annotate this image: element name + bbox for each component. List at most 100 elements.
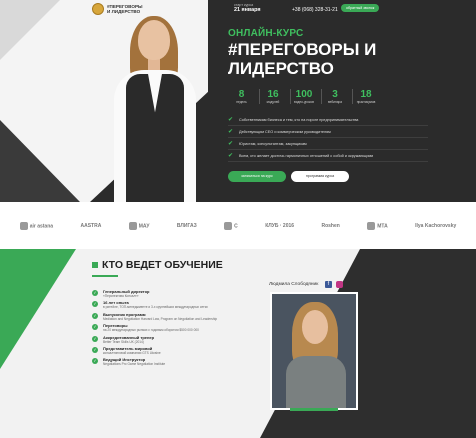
list-item: ✓ Выпускник программ Mediation and Negot… bbox=[92, 312, 268, 321]
credential-desc: Better Team Skills UK (2014) bbox=[103, 339, 144, 344]
credential-desc: Mediation and Negotiation Harvard Law, P… bbox=[103, 316, 218, 321]
audience-text: Юристам, консультантам, закупщикам bbox=[239, 141, 307, 146]
partner-mark-icon bbox=[224, 221, 233, 230]
list-item: ✓ Аккредитованный тренер Better Team Ski… bbox=[92, 335, 268, 344]
list-item: ✓ Ведущий Инструктор Negotiations Pro Ga… bbox=[92, 357, 268, 366]
stat-label: модулей bbox=[266, 100, 280, 104]
audience-text: Всем, кто желает достичь гармоничных отн… bbox=[239, 153, 374, 158]
partner-name: С bbox=[234, 222, 238, 229]
list-item: ✔ Действующим CEO и коммерческим руковод… bbox=[228, 126, 428, 138]
partner-name: ВЛИГАЗ bbox=[176, 222, 197, 229]
stat-label: вебинара bbox=[327, 100, 343, 104]
partner-logo: КЛУБ · 2016 bbox=[265, 223, 294, 229]
callback-button[interactable]: обратный звонок bbox=[341, 4, 380, 12]
partner-logo: МАУ bbox=[128, 221, 150, 230]
section-title-text: КТО ВЕДЕТ ОБУЧЕНИЕ bbox=[102, 259, 223, 271]
partner-logo: Roshen bbox=[321, 223, 339, 229]
join-course-button[interactable]: записаться на курс bbox=[228, 171, 286, 182]
credential-desc: «Перспектива Консалт» bbox=[103, 294, 139, 298]
credential-desc: на 20 международных рынках с годовым обо… bbox=[103, 328, 199, 333]
stat-label: недель bbox=[236, 100, 247, 104]
stat-value: 8 bbox=[238, 89, 245, 100]
photo-top bbox=[286, 356, 346, 408]
check-icon: ✓ bbox=[92, 324, 98, 331]
check-icon: ✓ bbox=[92, 301, 98, 308]
check-icon: ✔ bbox=[228, 117, 234, 123]
partner-logo: С bbox=[224, 221, 238, 230]
course-start-date: старт курса 21 января bbox=[234, 3, 261, 13]
facebook-icon[interactable]: f bbox=[325, 281, 332, 288]
list-item: ✔ Собственникам бизнеса и тем, кто на по… bbox=[228, 114, 428, 126]
partner-logo: ВЛИГАЗ bbox=[177, 223, 197, 229]
partner-name: MTA bbox=[377, 222, 388, 229]
stat-value: 18 bbox=[360, 89, 372, 100]
teacher-social-links: f bbox=[325, 281, 343, 288]
teacher-section: КТО ВЕДЕТ ОБУЧЕНИЕ ✓ Генеральный директо… bbox=[0, 249, 476, 438]
audience-text: Собственникам бизнеса и тем, кто на поро… bbox=[239, 117, 359, 122]
list-item: ✔ Юристам, консультантам, закупщикам bbox=[228, 138, 428, 150]
check-icon: ✓ bbox=[92, 312, 98, 319]
teacher-name: Людмила Слободяник bbox=[269, 282, 319, 287]
partners-strip: air astana AASTRA МАУ ВЛИГАЗ С КЛУБ · 20… bbox=[0, 202, 476, 249]
credential-desc: в ритейле, ТОП-менеджменте и 3-х крупней… bbox=[103, 305, 208, 310]
check-icon: ✔ bbox=[228, 153, 234, 159]
course-stats: 8 недель 16 модулей 100 видео-уроков 3 в… bbox=[228, 89, 379, 104]
partner-mark-icon bbox=[128, 221, 137, 230]
check-icon: ✓ bbox=[92, 290, 98, 296]
list-item: ✓ 16 лет опыта в ритейле, ТОП-менеджмент… bbox=[92, 300, 268, 309]
partner-name: МАУ bbox=[138, 222, 150, 229]
stat-value: 3 bbox=[332, 89, 338, 100]
stat-weeks: 8 недель bbox=[228, 89, 255, 104]
title-underline bbox=[92, 275, 118, 277]
phone-number[interactable]: +38 (068) 328-31-21 bbox=[292, 7, 338, 13]
credential-title: Аккредитованный тренер bbox=[103, 334, 155, 340]
course-title: #ПЕРЕГОВОРЫ И ЛИДЕРСТВО bbox=[228, 40, 377, 78]
stat-webinars: 3 вебинара bbox=[321, 89, 348, 104]
logo-mark-icon bbox=[92, 3, 104, 15]
photo-accent-bar bbox=[290, 408, 338, 411]
logo-text: #ПЕРЕГОВОРЫ И ЛИДЕРСТВО bbox=[107, 4, 143, 14]
photo-face bbox=[302, 310, 328, 344]
partner-logo: Ilya Kachorovsky bbox=[415, 223, 456, 229]
partner-mark-icon bbox=[367, 221, 376, 230]
stat-label: видео-уроков bbox=[294, 100, 314, 104]
partner-mark-icon bbox=[19, 221, 28, 230]
partner-name: Ilya Kachorovsky bbox=[415, 222, 457, 229]
stat-label: практикумов bbox=[356, 100, 376, 104]
instagram-icon[interactable] bbox=[336, 281, 343, 288]
check-icon: ✓ bbox=[92, 358, 98, 365]
hero-section: #ПЕРЕГОВОРЫ И ЛИДЕРСТВО старт курса 21 я… bbox=[0, 0, 476, 202]
course-program-button[interactable]: программа курса bbox=[291, 171, 349, 182]
partner-logo: AASTRA bbox=[80, 223, 101, 229]
check-icon: ✓ bbox=[92, 346, 98, 353]
credential-desc: Negotiations Pro Game Negotiation Instit… bbox=[103, 362, 166, 367]
photo-face bbox=[138, 20, 170, 60]
partner-logo: MTA bbox=[367, 221, 388, 230]
course-subtitle: ОНЛАЙН-КУРС bbox=[228, 28, 304, 39]
square-icon bbox=[92, 262, 98, 268]
list-item: ✔ Всем, кто желает достичь гармоничных о… bbox=[228, 150, 428, 162]
audience-list: ✔ Собственникам бизнеса и тем, кто на по… bbox=[228, 114, 428, 162]
stat-value: 16 bbox=[267, 89, 279, 100]
partner-name: Roshen bbox=[321, 222, 340, 229]
list-item: ✓ Генеральный директор «Перспектива Конс… bbox=[92, 289, 268, 298]
credentials-list: ✓ Генеральный директор «Перспектива Конс… bbox=[92, 289, 268, 369]
list-item: ✓ Представитель мировой консалтинговой к… bbox=[92, 346, 268, 355]
date-value: 21 января bbox=[234, 7, 261, 13]
section-title: КТО ВЕДЕТ ОБУЧЕНИЕ bbox=[92, 259, 223, 271]
audience-text: Действующим CEO и коммерческим руководит… bbox=[239, 129, 331, 134]
stat-video-lessons: 100 видео-уроков bbox=[290, 89, 317, 104]
partner-name: air astana bbox=[29, 222, 54, 229]
check-icon: ✔ bbox=[228, 141, 234, 147]
stat-workshops: 18 практикумов bbox=[352, 89, 379, 104]
partner-name: КЛУБ · 2016 bbox=[265, 222, 295, 229]
check-icon: ✓ bbox=[92, 335, 98, 342]
credential-desc: консалтинговой компании GTS Ukraine bbox=[103, 350, 161, 355]
decor-green-triangle bbox=[0, 249, 76, 369]
list-item: ✓ Переговоры на 20 международных рынках … bbox=[92, 323, 268, 332]
check-icon: ✔ bbox=[228, 129, 234, 135]
stat-value: 100 bbox=[295, 89, 313, 100]
partner-name: AASTRA bbox=[80, 222, 102, 229]
partner-logo: air astana bbox=[19, 221, 54, 230]
teacher-photo bbox=[270, 292, 358, 410]
